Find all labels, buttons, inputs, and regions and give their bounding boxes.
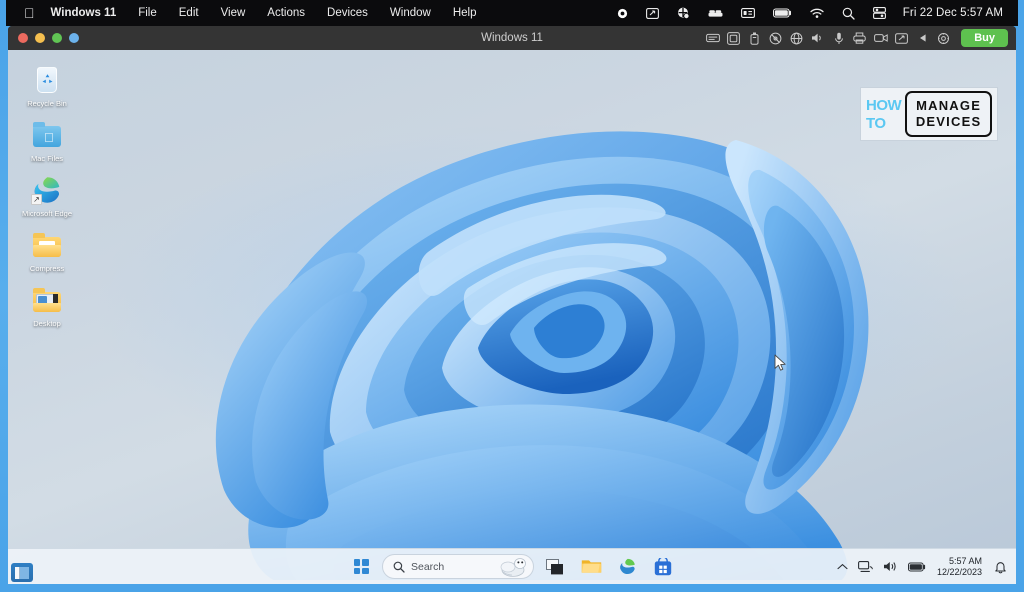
desktop-icon-label: Microsoft Edge (21, 209, 73, 218)
keyboard-icon[interactable] (702, 26, 723, 50)
menu-item-actions[interactable]: Actions (256, 0, 316, 26)
htmd-logo-device-frame: MANAGE DEVICES (905, 91, 992, 137)
htmd-logo-left: HOW TO (866, 96, 902, 132)
desktop-folder-icon (31, 284, 63, 316)
mac-files-folder-icon:  (31, 119, 63, 151)
menu-item-windows-11[interactable]: Windows 11 (45, 0, 128, 26)
gear-icon[interactable] (933, 26, 954, 50)
start-button[interactable] (346, 552, 376, 582)
notification-bell-icon[interactable] (989, 552, 1012, 582)
network-icon[interactable] (853, 552, 878, 582)
parallels-vm-window: Windows 11 Buy Recycle Bin Mac Files ↗ M… (8, 26, 1016, 584)
shortcut-overlay-icon: ↗ (31, 194, 42, 205)
windows-logo-icon (353, 559, 369, 574)
desktop-icon-label: Mac Files (30, 154, 64, 163)
apple-logo-icon[interactable]:  (20, 0, 45, 26)
parallels-panel-toggle-button[interactable] (11, 563, 33, 582)
taskbar-time: 5:57 AM (948, 555, 982, 566)
recycle-bin-icon (31, 64, 63, 96)
bloom-wallpaper-graphic (215, 131, 869, 580)
screen-root:  Windows 11 File Edit View Actions Devi… (0, 0, 1024, 592)
printer-icon[interactable] (849, 26, 870, 50)
desktop-icon-label: Compress (29, 264, 65, 273)
menu-item-file[interactable]: File (127, 0, 168, 26)
shared-folder-icon[interactable] (891, 26, 912, 50)
mac-status-area: Fri 22 Dec 5:57 AM (608, 0, 1009, 26)
control-center-icon[interactable] (864, 0, 895, 26)
taskbar-date: 12/22/2023 (936, 566, 982, 577)
htmd-watermark-logo: HOW TO MANAGE DEVICES (860, 87, 998, 141)
menu-item-devices[interactable]: Devices (316, 0, 379, 26)
minimize-button[interactable] (35, 33, 45, 43)
display-icon[interactable] (723, 26, 744, 50)
htmd-to-text: TO (866, 114, 886, 132)
play-back-icon[interactable] (912, 26, 933, 50)
screen-share-icon[interactable] (637, 0, 668, 26)
desktop-icon-mac-files[interactable]:  Mac Files (14, 115, 80, 166)
desktop-icon-label: Recycle Bin (27, 99, 67, 108)
no-disc-icon[interactable] (765, 26, 786, 50)
search-input[interactable]: Search (382, 554, 534, 579)
wifi-icon[interactable] (801, 0, 833, 26)
search-mascot-icon (500, 558, 526, 577)
desktop-icon-microsoft-edge[interactable]: ↗ Microsoft Edge (14, 170, 80, 221)
battery-icon[interactable] (764, 0, 801, 26)
menu-item-help[interactable]: Help (442, 0, 488, 26)
close-button[interactable] (18, 33, 28, 43)
control-strip-icon[interactable] (732, 0, 764, 26)
taskbar-edge-button[interactable] (612, 552, 642, 582)
desktop-icon-recycle-bin[interactable]: Recycle Bin (14, 60, 80, 111)
sleep-bed-icon[interactable] (699, 0, 732, 26)
desktop-icon-compress[interactable]: Compress (14, 225, 80, 276)
microsoft-edge-icon: ↗ (31, 174, 63, 206)
menu-item-view[interactable]: View (210, 0, 257, 26)
taskbar-microsoft-store-button[interactable] (648, 552, 678, 582)
usb-icon[interactable] (744, 26, 765, 50)
mac-menu-items:  Windows 11 File Edit View Actions Devi… (20, 0, 487, 26)
taskbar-task-view-button[interactable] (540, 552, 570, 582)
htmd-devices-text: DEVICES (915, 114, 982, 129)
search-icon (393, 561, 405, 573)
chevron-up-icon[interactable] (832, 552, 853, 582)
buy-button[interactable]: Buy (961, 29, 1008, 47)
htmd-manage-text: MANAGE (916, 98, 982, 113)
vm-toolbar: Buy (702, 26, 1008, 50)
menu-item-window[interactable]: Window (379, 0, 442, 26)
taskbar-file-explorer-button[interactable] (576, 552, 606, 582)
speaker-icon[interactable] (807, 26, 828, 50)
microphone-icon[interactable] (828, 26, 849, 50)
mac-clock[interactable]: Fri 22 Dec 5:57 AM (895, 7, 1009, 19)
edge-icon (619, 558, 635, 575)
zoom-button[interactable] (52, 33, 62, 43)
taskbar-center-group: Search (346, 552, 678, 582)
store-icon (654, 557, 672, 575)
camera-icon[interactable] (870, 26, 891, 50)
desktop-icon-label: Desktop (33, 319, 61, 328)
desktop-icon-desktop[interactable]: Desktop (14, 280, 80, 331)
file-explorer-icon (581, 560, 601, 573)
menu-item-edit[interactable]: Edit (168, 0, 210, 26)
volume-icon[interactable] (878, 552, 903, 582)
panel-toggle-icon (15, 566, 29, 579)
spotlight-search-icon[interactable] (833, 0, 864, 26)
window-controls (18, 33, 79, 43)
windows-desktop[interactable]: Recycle Bin  Mac Files (8, 50, 1016, 584)
battery-icon[interactable] (903, 552, 931, 582)
system-tray: 5:57 AM 12/22/2023 (832, 549, 1012, 585)
search-placeholder-text: Search (411, 560, 445, 573)
vm-title-bar: Windows 11 Buy (8, 26, 1016, 50)
network-icon[interactable] (786, 26, 807, 50)
htmd-how-text: HOW (866, 96, 902, 114)
compress-folder-icon (31, 229, 63, 261)
taskbar-clock[interactable]: 5:57 AM 12/22/2023 (931, 556, 989, 578)
desktop-icon-list: Recycle Bin  Mac Files (14, 60, 80, 331)
screen-record-icon[interactable] (608, 0, 637, 26)
mac-menu-bar:  Windows 11 File Edit View Actions Devi… (6, 0, 1018, 26)
parallels-icon[interactable] (668, 0, 699, 26)
coherence-mode-button[interactable] (69, 33, 79, 43)
windows-taskbar: Search 5:57 AM 12/22/2023 (8, 548, 1016, 584)
mouse-pointer (774, 354, 786, 371)
task-view-icon (546, 558, 563, 574)
